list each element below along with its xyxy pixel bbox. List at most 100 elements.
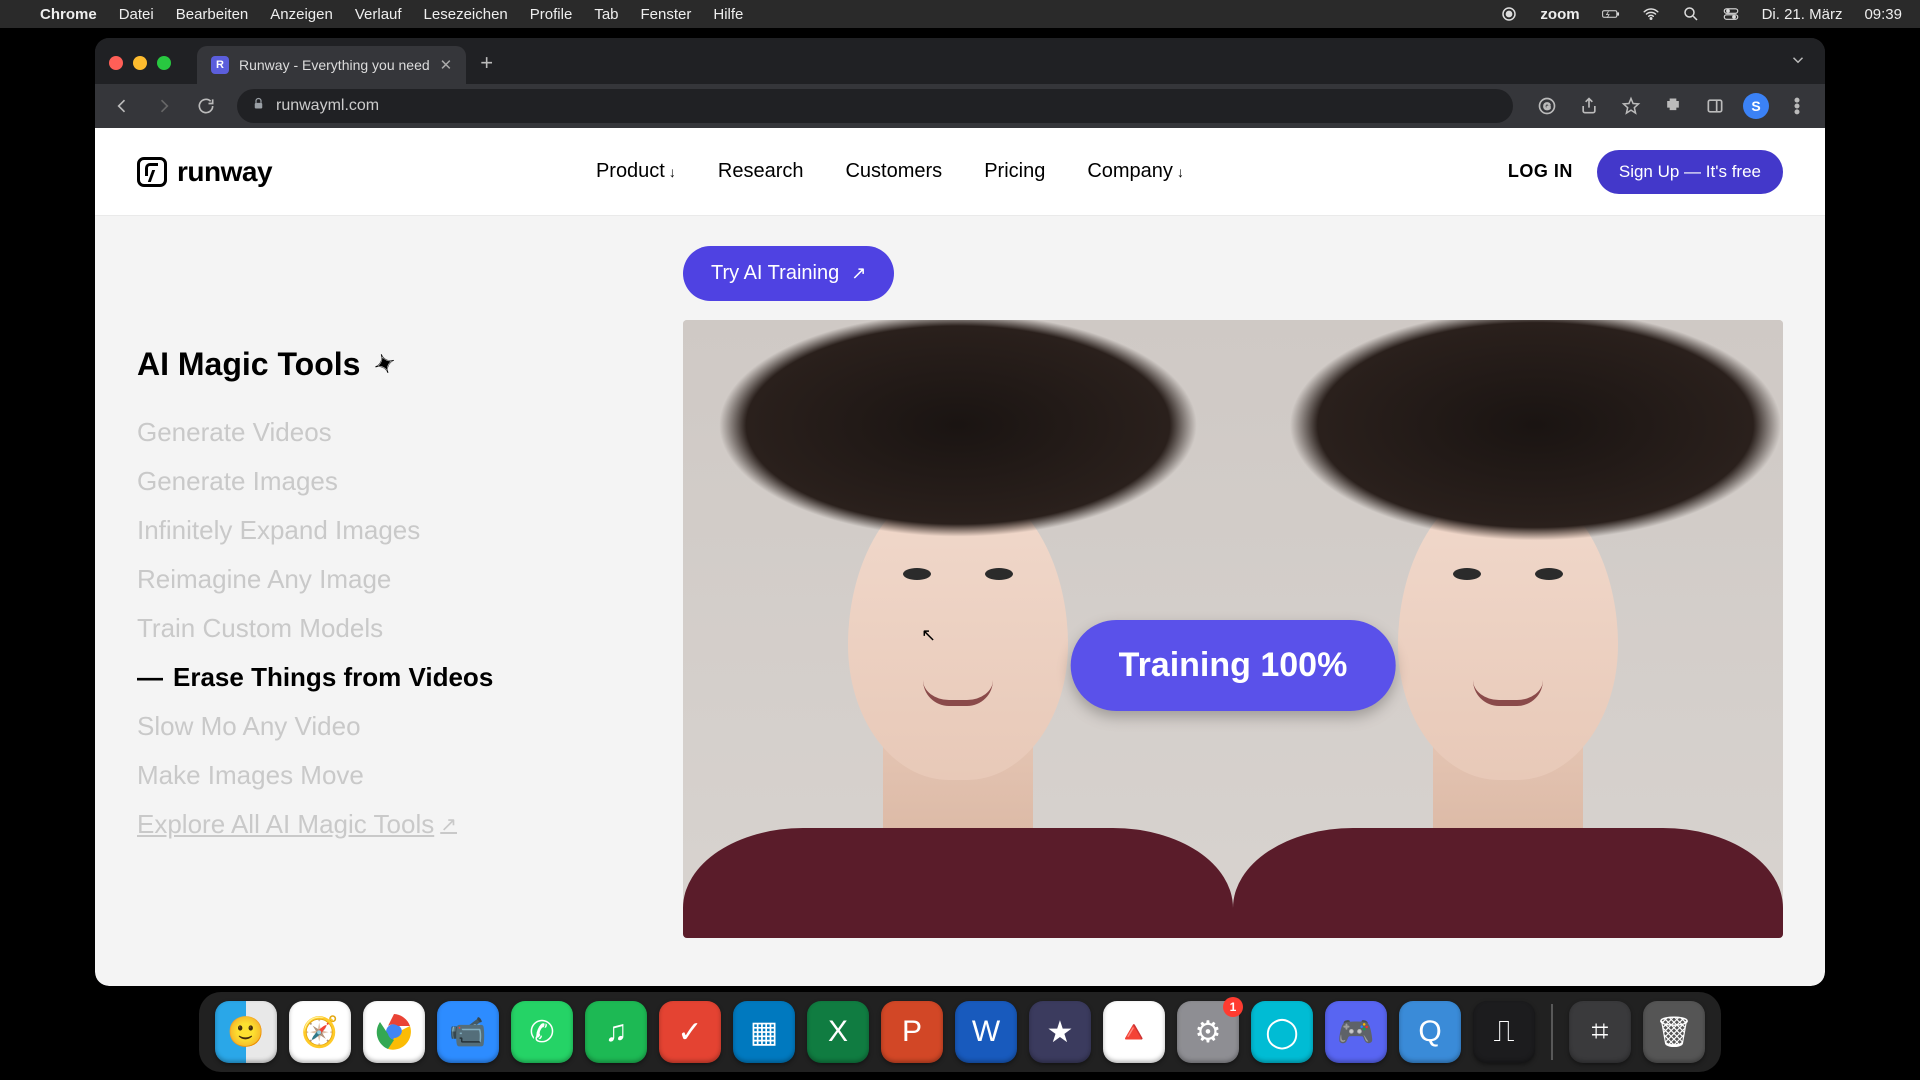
- page-viewport: runway Product↓ Research Customers Prici…: [95, 128, 1825, 986]
- cta-label: Try AI Training: [711, 262, 839, 285]
- tool-list: Generate Videos Generate Images Infinite…: [137, 417, 617, 840]
- chrome-tabstrip: R Runway - Everything you need ✕ +: [95, 38, 1825, 84]
- search-icon[interactable]: [1682, 5, 1700, 23]
- nav-company[interactable]: Company↓: [1087, 160, 1184, 183]
- login-link[interactable]: LOG IN: [1508, 161, 1573, 182]
- nav-product[interactable]: Product↓: [596, 160, 676, 183]
- tab-favicon-icon: R: [211, 56, 229, 74]
- tool-expand-images[interactable]: Infinitely Expand Images: [137, 515, 617, 546]
- nav-pricing[interactable]: Pricing: [984, 160, 1045, 183]
- mouse-cursor-icon: ↖: [921, 625, 936, 646]
- sidepanel-icon[interactable]: [1701, 92, 1729, 120]
- chrome-window: R Runway - Everything you need ✕ + runwa…: [95, 38, 1825, 986]
- menubar-date[interactable]: Di. 21. März: [1762, 6, 1843, 23]
- fullscreen-window-button[interactable]: [157, 56, 171, 70]
- tool-explore-all[interactable]: Explore All AI Magic Tools ↗: [137, 809, 617, 840]
- dock-calculator[interactable]: ⌗: [1569, 1001, 1631, 1063]
- chevron-down-icon: ↓: [1177, 164, 1184, 180]
- dock-whatsapp[interactable]: ✆: [511, 1001, 573, 1063]
- dock-app-teal[interactable]: ◯: [1251, 1001, 1313, 1063]
- minimize-window-button[interactable]: [133, 56, 147, 70]
- wifi-icon[interactable]: [1642, 5, 1660, 23]
- profile-avatar[interactable]: S: [1743, 93, 1769, 119]
- settings-badge: 1: [1223, 997, 1243, 1017]
- chevron-down-icon: ↓: [669, 164, 676, 180]
- zoom-menubar[interactable]: zoom: [1540, 6, 1579, 23]
- page-content: Try AI Training ↗ AI Magic Tools ✦ Gener…: [95, 216, 1825, 986]
- hero-video-preview: ↖ Training 100%: [683, 320, 1783, 938]
- reload-button[interactable]: [189, 89, 223, 123]
- menu-verlauf[interactable]: Verlauf: [355, 6, 402, 23]
- dock-safari[interactable]: 🧭: [289, 1001, 351, 1063]
- dock-powerpoint[interactable]: P: [881, 1001, 943, 1063]
- main-nav: Product↓ Research Customers Pricing Comp…: [272, 160, 1508, 183]
- dock-trash[interactable]: 🗑: [1643, 1001, 1705, 1063]
- extensions-icon[interactable]: [1659, 92, 1687, 120]
- menu-profile[interactable]: Profile: [530, 6, 573, 23]
- share-icon[interactable]: [1575, 92, 1603, 120]
- svg-text:G: G: [1543, 101, 1550, 111]
- menu-lesezeichen[interactable]: Lesezeichen: [424, 6, 508, 23]
- battery-icon[interactable]: [1602, 5, 1620, 23]
- dock-voice-memos[interactable]: ⎍: [1473, 1001, 1535, 1063]
- sidebar-title: AI Magic Tools ✦: [137, 346, 617, 383]
- menu-anzeigen[interactable]: Anzeigen: [270, 6, 333, 23]
- tool-train-models[interactable]: Train Custom Models: [137, 613, 617, 644]
- signup-button[interactable]: Sign Up — It's free: [1597, 150, 1783, 194]
- browser-tab[interactable]: R Runway - Everything you need ✕: [197, 46, 466, 84]
- back-button[interactable]: [105, 89, 139, 123]
- dock-quicktime[interactable]: Q: [1399, 1001, 1461, 1063]
- dock-todoist[interactable]: ✓: [659, 1001, 721, 1063]
- close-window-button[interactable]: [109, 56, 123, 70]
- dock-chrome[interactable]: [363, 1001, 425, 1063]
- menubar-app-name[interactable]: Chrome: [40, 6, 97, 23]
- record-icon[interactable]: [1500, 5, 1518, 23]
- dock-trello[interactable]: ▦: [733, 1001, 795, 1063]
- tool-generate-videos[interactable]: Generate Videos: [137, 417, 617, 448]
- tool-generate-images[interactable]: Generate Images: [137, 466, 617, 497]
- address-bar[interactable]: runwayml.com: [237, 89, 1513, 123]
- dock-zoom[interactable]: 📹: [437, 1001, 499, 1063]
- dock-word[interactable]: W: [955, 1001, 1017, 1063]
- window-controls: [109, 56, 171, 70]
- arrow-up-right-icon: ↗: [440, 812, 457, 837]
- dock-excel[interactable]: X: [807, 1001, 869, 1063]
- logo-text: runway: [177, 156, 272, 188]
- mac-dock: 🙂 🧭 📹 ✆ ♫ ✓ ▦ X P W ★ 🔺 ⚙1 ◯ 🎮 Q ⎍ ⌗ 🗑: [199, 992, 1721, 1072]
- site-logo[interactable]: runway: [137, 156, 272, 188]
- google-account-icon[interactable]: G: [1533, 92, 1561, 120]
- control-center-icon[interactable]: [1722, 5, 1740, 23]
- menu-fenster[interactable]: Fenster: [641, 6, 692, 23]
- menu-hilfe[interactable]: Hilfe: [713, 6, 743, 23]
- magic-tools-sidebar: AI Magic Tools ✦ Generate Videos Generat…: [137, 346, 617, 840]
- tool-images-move[interactable]: Make Images Move: [137, 760, 617, 791]
- dock-spotify[interactable]: ♫: [585, 1001, 647, 1063]
- chrome-menu-icon[interactable]: [1783, 92, 1811, 120]
- tab-overflow-icon[interactable]: [1789, 51, 1807, 74]
- mac-menubar: Chrome Datei Bearbeiten Anzeigen Verlauf…: [0, 0, 1920, 28]
- nav-customers[interactable]: Customers: [845, 160, 942, 183]
- menu-bearbeiten[interactable]: Bearbeiten: [176, 6, 249, 23]
- dock-settings[interactable]: ⚙1: [1177, 1001, 1239, 1063]
- lock-icon: [251, 96, 266, 116]
- bookmark-star-icon[interactable]: [1617, 92, 1645, 120]
- dock-separator: [1551, 1004, 1553, 1060]
- chrome-toolbar: runwayml.com G S: [95, 84, 1825, 128]
- menu-tab[interactable]: Tab: [594, 6, 618, 23]
- dock-finder[interactable]: 🙂: [215, 1001, 277, 1063]
- menubar-time[interactable]: 09:39: [1864, 6, 1902, 23]
- tool-slow-mo[interactable]: Slow Mo Any Video: [137, 711, 617, 742]
- dock-imovie[interactable]: ★: [1029, 1001, 1091, 1063]
- dock-discord[interactable]: 🎮: [1325, 1001, 1387, 1063]
- tab-title: Runway - Everything you need: [239, 57, 430, 73]
- tool-reimagine-image[interactable]: Reimagine Any Image: [137, 564, 617, 595]
- logo-mark-icon: [137, 157, 167, 187]
- nav-research[interactable]: Research: [718, 160, 804, 183]
- tool-erase-from-videos[interactable]: Erase Things from Videos: [137, 662, 617, 693]
- dock-drive[interactable]: 🔺: [1103, 1001, 1165, 1063]
- menu-datei[interactable]: Datei: [119, 6, 154, 23]
- tab-close-icon[interactable]: ✕: [440, 56, 453, 74]
- new-tab-button[interactable]: +: [480, 50, 493, 76]
- forward-button[interactable]: [147, 89, 181, 123]
- try-ai-training-button[interactable]: Try AI Training ↗: [683, 246, 894, 301]
